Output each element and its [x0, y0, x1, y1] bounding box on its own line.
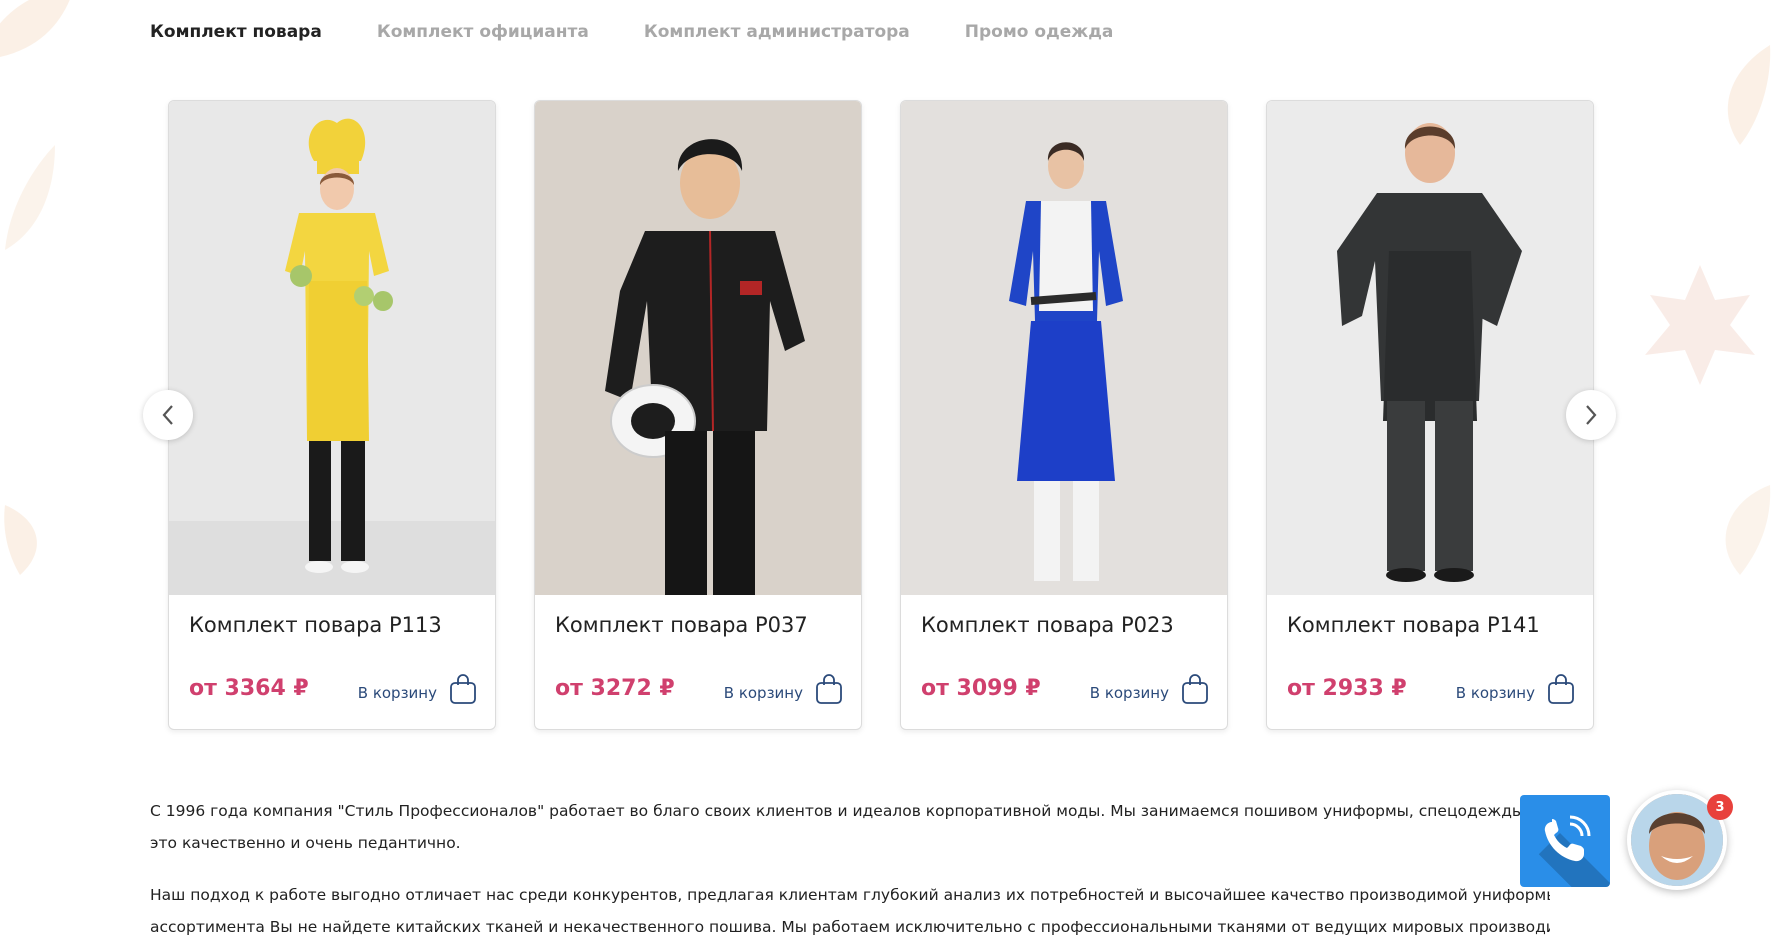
carousel-next-button[interactable] — [1566, 390, 1616, 440]
chevron-right-icon — [1586, 405, 1597, 425]
page: Комплект повара Комплект официанта Компл… — [0, 0, 1772, 945]
product-photo[interactable] — [169, 101, 495, 595]
shopping-bag-icon — [450, 674, 476, 704]
shopping-bag-icon — [1548, 674, 1574, 704]
product-price: от 3364 ₽ — [189, 676, 309, 701]
product-card[interactable]: Комплект повара Р113 от 3364 ₽ В корзину — [168, 100, 496, 730]
add-to-cart-button[interactable]: В корзину — [724, 673, 843, 705]
add-to-cart-label: В корзину — [723, 684, 803, 702]
company-description: С 1996 года компания "Стиль Профессионал… — [150, 795, 1550, 943]
add-to-cart-label: В корзину — [1089, 684, 1169, 702]
product-price: от 2933 ₽ — [1287, 676, 1407, 701]
description-p1-line2: это качественно и очень педантично. — [150, 834, 461, 852]
product-title[interactable]: Комплект повара Р141 — [1287, 613, 1540, 637]
description-p2-line2: ассортимента Вы не найдете китайских тка… — [150, 918, 1550, 936]
product-carousel: Комплект повара Р113 от 3364 ₽ В корзину — [0, 0, 1772, 740]
chevron-left-icon — [162, 405, 173, 425]
chat-widget[interactable]: 3 — [1627, 790, 1733, 896]
product-price: от 3272 ₽ — [555, 676, 675, 701]
product-title[interactable]: Комплект повара Р023 — [921, 613, 1174, 637]
shopping-bag-icon — [1182, 674, 1208, 704]
product-title[interactable]: Комплект повара Р037 — [555, 613, 808, 637]
add-to-cart-label: В корзину — [1455, 684, 1535, 702]
product-photo[interactable] — [535, 101, 861, 595]
callback-button[interactable] — [1520, 795, 1610, 887]
add-to-cart-button[interactable]: В корзину — [1456, 673, 1575, 705]
product-card[interactable]: Комплект повара Р023 от 3099 ₽ В корзину — [900, 100, 1228, 730]
add-to-cart-button[interactable]: В корзину — [1090, 673, 1209, 705]
product-price: от 3099 ₽ — [921, 676, 1041, 701]
notification-badge: 3 — [1707, 794, 1733, 820]
product-card[interactable]: Комплект повара Р141 от 2933 ₽ В корзину — [1266, 100, 1594, 730]
add-to-cart-label: В корзину — [357, 684, 437, 702]
carousel-prev-button[interactable] — [143, 390, 193, 440]
product-photo[interactable] — [1267, 101, 1593, 595]
description-p1-line1: С 1996 года компания "Стиль Профессионал… — [150, 802, 1550, 820]
description-p2-line1: Наш подход к работе выгодно отличает нас… — [150, 886, 1550, 904]
phone-icon — [1544, 815, 1591, 862]
product-photo[interactable] — [901, 101, 1227, 595]
add-to-cart-button[interactable]: В корзину — [358, 673, 477, 705]
product-title[interactable]: Комплект повара Р113 — [189, 613, 442, 637]
product-card[interactable]: Комплект повара Р037 от 3272 ₽ В корзину — [534, 100, 862, 730]
shopping-bag-icon — [816, 674, 842, 704]
